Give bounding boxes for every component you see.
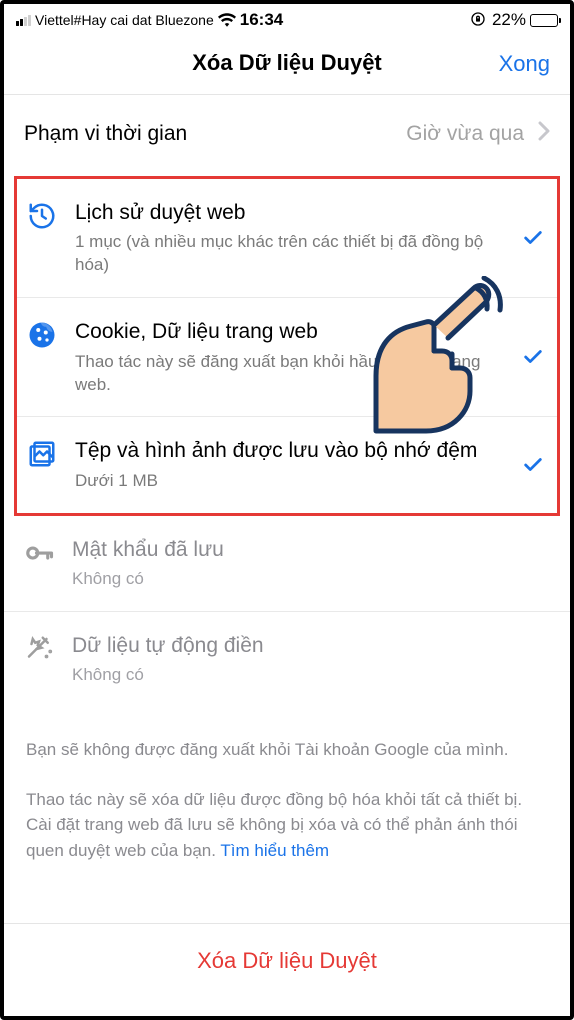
carrier-label: Viettel#Hay cai dat Bluezone [35,12,214,28]
option-subtitle: Thao tác này sẽ đăng xuất bạn khỏi hầu h… [75,351,503,397]
cookie-icon [25,318,59,350]
option-title: Tệp và hình ảnh được lưu vào bộ nhớ đệm [75,437,503,465]
time-range-value: Giờ vừa qua [406,122,538,146]
option-cookies[interactable]: Cookie, Dữ liệu trang web Thao tác này s… [17,298,557,417]
checkmark-icon [519,227,547,249]
images-icon [25,437,59,469]
option-subtitle: Không có [72,664,550,687]
history-icon [25,199,59,231]
page-title: Xóa Dữ liệu Duyệt [192,50,382,75]
checkmark-icon [519,454,547,476]
time-range-label: Phạm vi thời gian [24,122,187,146]
option-saved-passwords[interactable]: Mật khẩu đã lưu Không có [4,516,570,612]
footer-note-1: Bạn sẽ không được đăng xuất khỏi Tài kho… [4,707,570,771]
battery-icon [530,14,558,27]
selected-data-types-highlight: Lịch sử duyệt web 1 mục (và nhiều mục kh… [14,176,560,516]
checkmark-icon [519,346,547,368]
learn-more-link[interactable]: Tìm hiểu thêm [220,841,329,860]
status-time: 16:34 [240,10,283,30]
option-title: Cookie, Dữ liệu trang web [75,318,503,346]
autofill-icon [22,632,56,664]
time-range-row[interactable]: Phạm vi thời gian Giờ vừa qua [4,95,570,172]
clear-data-button[interactable]: Xóa Dữ liệu Duyệt [197,948,377,973]
option-title: Dữ liệu tự động điền [72,632,550,660]
bottom-toolbar: Xóa Dữ liệu Duyệt [4,923,570,1016]
status-bar: Viettel#Hay cai dat Bluezone 16:34 22% [4,4,570,34]
battery-percent: 22% [492,10,526,30]
option-cached-files[interactable]: Tệp và hình ảnh được lưu vào bộ nhớ đệm … [17,417,557,512]
orientation-lock-icon [470,11,486,30]
key-icon [22,536,56,568]
option-subtitle: Không có [72,568,550,591]
done-button[interactable]: Xong [499,51,550,77]
option-title: Lịch sử duyệt web [75,199,503,227]
option-autofill[interactable]: Dữ liệu tự động điền Không có [4,612,570,707]
battery-indicator: 22% [492,10,558,30]
page-header: Xóa Dữ liệu Duyệt Xong [4,34,570,95]
chevron-right-icon [538,121,550,146]
wifi-icon [218,13,236,27]
footer-note-2: Thao tác này sẽ xóa dữ liệu được đồng bộ… [4,771,570,886]
signal-icon [16,15,31,26]
option-subtitle: Dưới 1 MB [75,470,503,493]
option-subtitle: 1 mục (và nhiều mục khác trên các thiết … [75,231,503,277]
option-title: Mật khẩu đã lưu [72,536,550,564]
status-left: Viettel#Hay cai dat Bluezone 16:34 [16,10,283,30]
status-right: 22% [470,10,558,30]
option-browsing-history[interactable]: Lịch sử duyệt web 1 mục (và nhiều mục kh… [17,179,557,298]
